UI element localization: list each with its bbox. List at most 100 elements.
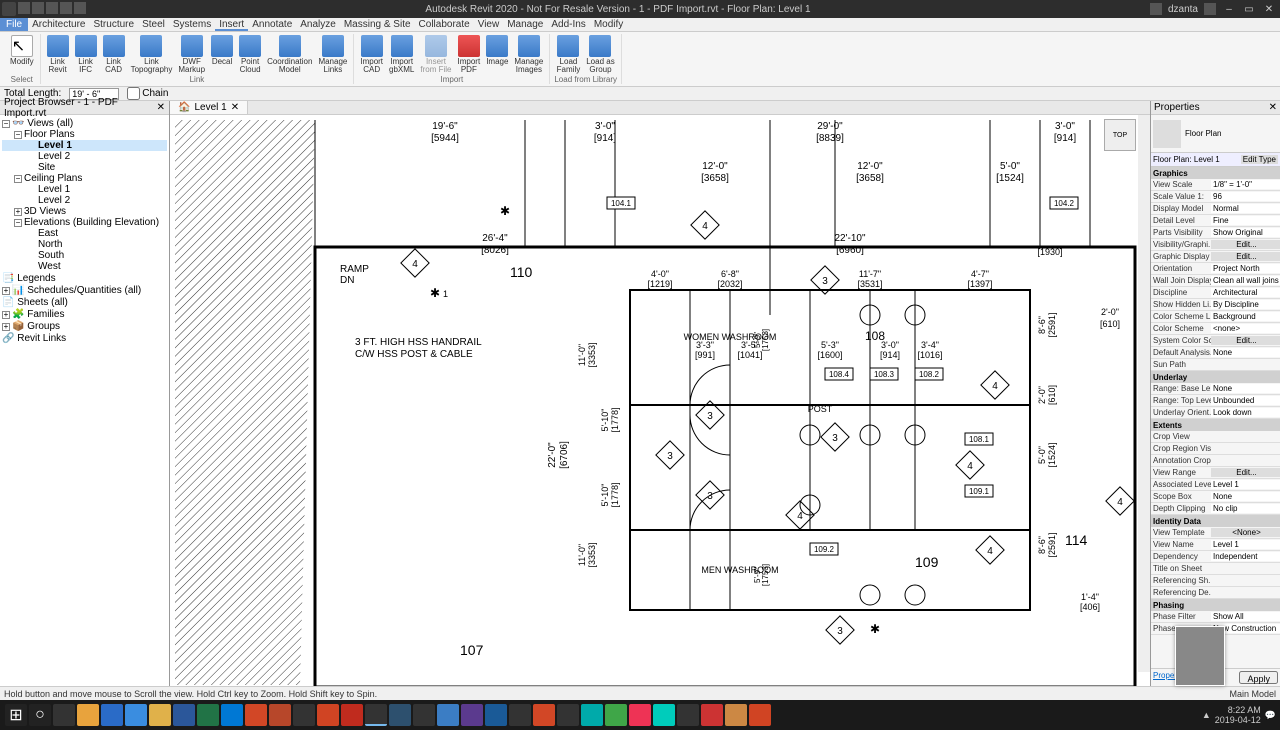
ribbon-coord-model[interactable]: Coordination Model xyxy=(265,34,314,75)
tree-3d-views[interactable]: +3D Views xyxy=(2,206,167,217)
prop-dependency[interactable]: Independent xyxy=(1211,552,1280,561)
tree-schedules[interactable]: +📊 Schedules/Quantities (all) xyxy=(2,285,167,296)
tree-west[interactable]: West xyxy=(2,261,167,272)
tree-views[interactable]: −👓 Views (all) xyxy=(2,118,167,129)
tree-revit-links[interactable]: 🔗 Revit Links xyxy=(2,333,167,344)
prop-parts-vis[interactable]: Show Original xyxy=(1211,228,1280,237)
taskbar-app[interactable] xyxy=(173,704,195,726)
group-underlay[interactable]: Underlay xyxy=(1151,371,1280,383)
taskbar-app[interactable] xyxy=(533,704,555,726)
tree-level2[interactable]: Level 2 xyxy=(2,151,167,162)
taskbar-app[interactable] xyxy=(653,704,675,726)
edit-type-button[interactable]: Edit Type xyxy=(1241,155,1278,164)
menu-modify[interactable]: Modify xyxy=(590,18,627,31)
minimize-icon[interactable]: – xyxy=(1222,4,1236,15)
tree-north[interactable]: North xyxy=(2,239,167,250)
ribbon-insert-file[interactable]: Insert from File xyxy=(418,34,453,75)
menu-steel[interactable]: Steel xyxy=(138,18,169,31)
user-label[interactable]: dzanta xyxy=(1168,4,1198,15)
menu-manage[interactable]: Manage xyxy=(503,18,547,31)
taskbar-app[interactable] xyxy=(149,704,171,726)
maximize-icon[interactable]: ▭ xyxy=(1242,4,1256,15)
tree-legends[interactable]: 📑 Legends xyxy=(2,273,167,284)
tree-cp-level2[interactable]: Level 2 xyxy=(2,195,167,206)
qat-undo-icon[interactable] xyxy=(46,2,58,14)
ribbon-dwf[interactable]: DWF Markup xyxy=(176,34,207,75)
prop-sys-color-btn[interactable]: Edit... xyxy=(1211,336,1280,345)
prop-view-template-btn[interactable]: <None> xyxy=(1211,528,1280,537)
taskbar-app[interactable] xyxy=(365,704,387,726)
prop-phase-filter[interactable]: Show All xyxy=(1211,612,1280,621)
tree-floor-plans[interactable]: −Floor Plans xyxy=(2,129,167,140)
menu-addins[interactable]: Add-Ins xyxy=(547,18,589,31)
ribbon-load-group[interactable]: Load as Group xyxy=(584,34,616,75)
prop-depth-clip[interactable]: No clip xyxy=(1211,504,1280,513)
taskbar-app[interactable] xyxy=(221,704,243,726)
props-type-label[interactable]: Floor Plan xyxy=(1185,129,1221,138)
ribbon-point-cloud[interactable]: Point Cloud xyxy=(237,34,263,75)
taskview-icon[interactable] xyxy=(53,704,75,726)
ribbon-link-ifc[interactable]: Link IFC xyxy=(73,34,99,75)
clock-date[interactable]: 2019-04-12 xyxy=(1215,715,1261,725)
start-button[interactable]: ⊞ xyxy=(5,704,27,726)
menu-architecture[interactable]: Architecture xyxy=(28,18,89,31)
taskbar-app[interactable] xyxy=(101,704,123,726)
taskbar-app[interactable] xyxy=(341,704,363,726)
taskbar-app[interactable] xyxy=(77,704,99,726)
ribbon-import-pdf[interactable]: Import PDF xyxy=(456,34,483,75)
taskbar-app[interactable] xyxy=(437,704,459,726)
ribbon-import-gbxml[interactable]: Import gbXML xyxy=(387,34,416,75)
prop-color-scheme[interactable]: <none> xyxy=(1211,324,1280,333)
infocenter-icon[interactable] xyxy=(1150,3,1162,15)
taskbar-app[interactable] xyxy=(125,704,147,726)
menu-collaborate[interactable]: Collaborate xyxy=(415,18,474,31)
qat-save-icon[interactable] xyxy=(32,2,44,14)
prop-display-model[interactable]: Normal xyxy=(1211,204,1280,213)
drawing-area[interactable]: 🏠 Level 1 ✕ xyxy=(170,101,1150,686)
ribbon-modify[interactable]: ↖Modify xyxy=(8,34,36,67)
taskbar-app[interactable] xyxy=(581,704,603,726)
taskbar-app[interactable] xyxy=(629,704,651,726)
tree-cp-level1[interactable]: Level 1 xyxy=(2,184,167,195)
taskbar-app[interactable] xyxy=(413,704,435,726)
taskbar-app[interactable] xyxy=(293,704,315,726)
taskbar-app[interactable] xyxy=(509,704,531,726)
prop-orientation[interactable]: Project North xyxy=(1211,264,1280,273)
menu-view[interactable]: View xyxy=(474,18,504,31)
tree-ceiling-plans[interactable]: −Ceiling Plans xyxy=(2,173,167,184)
menu-massing[interactable]: Massing & Site xyxy=(340,18,415,31)
prop-vis-graphics-btn[interactable]: Edit... xyxy=(1211,240,1280,249)
tree-families[interactable]: +🧩 Families xyxy=(2,309,167,320)
prop-view-range-btn[interactable]: Edit... xyxy=(1211,468,1280,477)
taskbar-app[interactable] xyxy=(485,704,507,726)
group-graphics[interactable]: Graphics xyxy=(1151,167,1280,179)
taskbar-app[interactable] xyxy=(557,704,579,726)
ribbon-link-cad[interactable]: Link CAD xyxy=(101,34,127,75)
taskbar-app[interactable] xyxy=(389,704,411,726)
clock-time[interactable]: 8:22 AM xyxy=(1215,705,1261,715)
menu-analyze[interactable]: Analyze xyxy=(296,18,340,31)
group-identity[interactable]: Identity Data xyxy=(1151,515,1280,527)
group-phasing[interactable]: Phasing xyxy=(1151,599,1280,611)
view-cube[interactable]: TOP xyxy=(1104,119,1136,151)
notifications-icon[interactable]: 💬 xyxy=(1265,710,1276,721)
tree-groups[interactable]: +📦 Groups xyxy=(2,321,167,332)
menu-file[interactable]: File xyxy=(0,18,28,31)
props-instance[interactable]: Floor Plan: Level 1 xyxy=(1153,155,1220,164)
taskbar-app[interactable] xyxy=(725,704,747,726)
qat-open-icon[interactable] xyxy=(18,2,30,14)
prop-wall-join[interactable]: Clean all wall joins xyxy=(1211,276,1280,285)
view-tab[interactable]: 🏠 Level 1 ✕ xyxy=(170,101,248,114)
prop-graphic-disp-btn[interactable]: Edit... xyxy=(1211,252,1280,261)
prop-range-base[interactable]: None xyxy=(1211,384,1280,393)
ribbon-manage-images[interactable]: Manage Images xyxy=(512,34,545,75)
vertical-scrollbar[interactable] xyxy=(1138,115,1150,672)
prop-scope-box[interactable]: None xyxy=(1211,492,1280,501)
browser-close-icon[interactable]: ✕ xyxy=(157,102,165,113)
group-extents[interactable]: Extents xyxy=(1151,419,1280,431)
ribbon-load-family[interactable]: Load Family xyxy=(555,34,583,75)
ribbon-link-topo[interactable]: Link Topography xyxy=(129,34,175,75)
ribbon-decal[interactable]: Decal xyxy=(209,34,235,75)
prop-discipline[interactable]: Architectural xyxy=(1211,288,1280,297)
apply-button[interactable]: Apply xyxy=(1239,671,1278,684)
